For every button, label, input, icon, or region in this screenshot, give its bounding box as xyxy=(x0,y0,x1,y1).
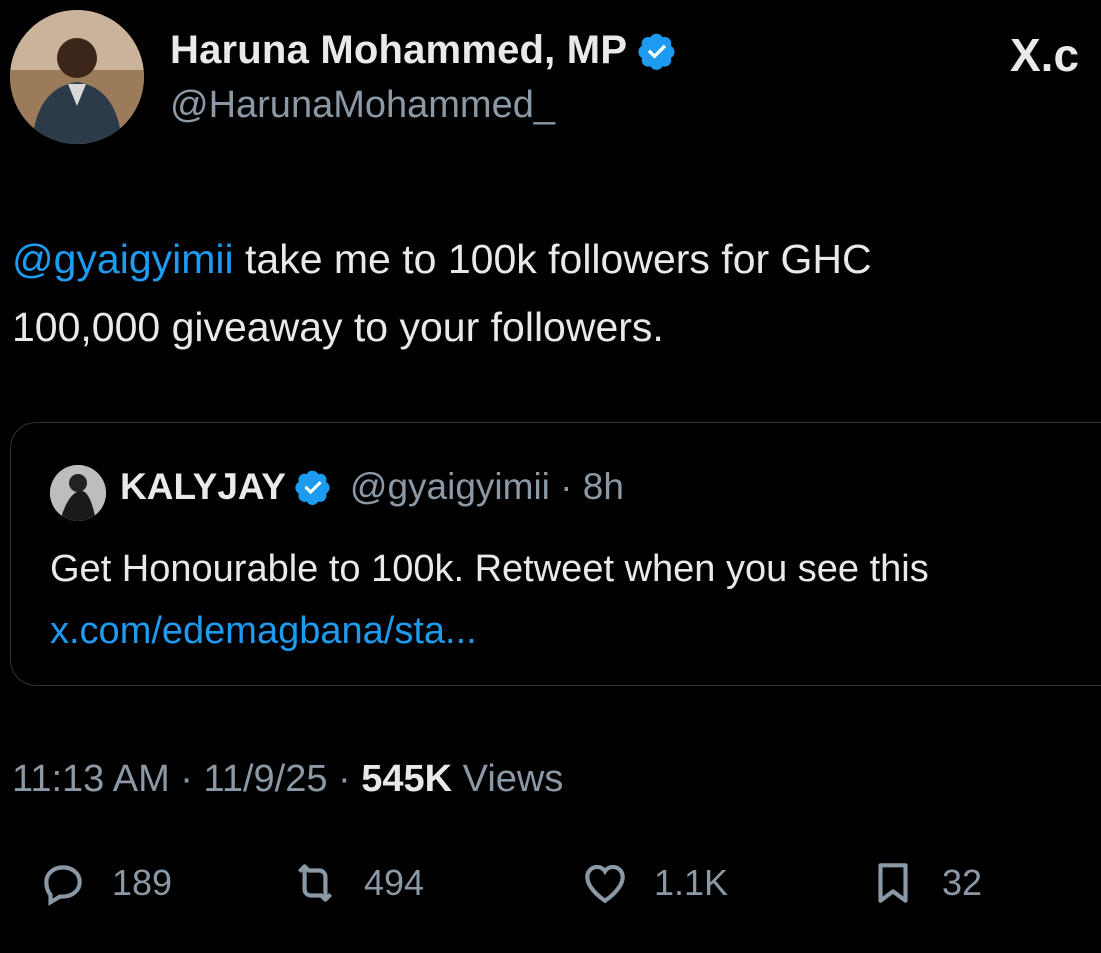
retweet-icon xyxy=(297,864,333,902)
author-handle[interactable]: @HarunaMohammed_ xyxy=(170,84,555,127)
quoted-separator: · xyxy=(549,466,583,507)
quoted-text-line: Get Honourable to 100k. Retweet when you… xyxy=(50,548,929,590)
timestamp-separator-2: · xyxy=(327,758,362,800)
quoted-link[interactable]: x.com/edemagbana/sta... xyxy=(50,600,929,662)
timestamp-separator-1: · xyxy=(169,758,204,800)
tweet-line-1: @gyaigyimii take me to 100k followers fo… xyxy=(12,225,1097,293)
views-count: 545K xyxy=(361,758,453,800)
tweet-line-1-text: take me to 100k followers for GHC xyxy=(233,236,872,282)
views-label: Views xyxy=(452,758,564,800)
x-logo: X.c xyxy=(1010,29,1080,81)
tweet-mention-link[interactable]: @gyaigyimii xyxy=(12,236,234,282)
tweet-time[interactable]: 11:13 AM xyxy=(12,758,170,800)
quoted-handle[interactable]: @gyaigyimii xyxy=(350,466,550,507)
author-name[interactable]: Haruna Mohammed, MP xyxy=(170,28,627,73)
avatar-photo xyxy=(10,10,144,144)
quoted-author-avatar[interactable] xyxy=(50,465,106,521)
quoted-meta: @gyaigyimii · 8h xyxy=(350,466,624,508)
heart-icon xyxy=(585,864,625,904)
tweet-timestamp-row: 11:13 AM · 11/9/25 · 545K Views xyxy=(12,758,563,801)
quoted-author-name[interactable]: KALYJAY xyxy=(120,466,286,508)
verified-badge-icon xyxy=(638,33,675,70)
quoted-header: KALYJAY @gyaigyimii · 8h xyxy=(120,466,624,508)
retweet-count: 494 xyxy=(364,862,425,903)
quoted-verified-badge-icon xyxy=(295,470,330,505)
retweet-button[interactable]: 494 xyxy=(290,858,424,908)
bookmark-count: 32 xyxy=(942,862,983,903)
quoted-text: Get Honourable to 100k. Retweet when you… xyxy=(50,538,929,662)
like-button[interactable]: 1.1K xyxy=(580,858,728,908)
like-count: 1.1K xyxy=(654,862,729,903)
bookmark-button[interactable]: 32 xyxy=(868,858,982,908)
bookmark-icon xyxy=(878,863,908,903)
author-name-row: Haruna Mohammed, MP xyxy=(170,28,677,73)
author-avatar[interactable] xyxy=(10,10,144,144)
reply-button[interactable]: 189 xyxy=(38,858,172,908)
reply-icon xyxy=(44,865,82,906)
tweet-date[interactable]: 11/9/25 xyxy=(204,758,328,800)
reply-count: 189 xyxy=(112,862,173,903)
tweet-line-2: 100,000 giveaway to your followers. xyxy=(12,304,664,350)
tweet-text: @gyaigyimii take me to 100k followers fo… xyxy=(12,225,1097,361)
quoted-age[interactable]: 8h xyxy=(583,466,624,507)
quoted-avatar-photo xyxy=(50,465,106,521)
